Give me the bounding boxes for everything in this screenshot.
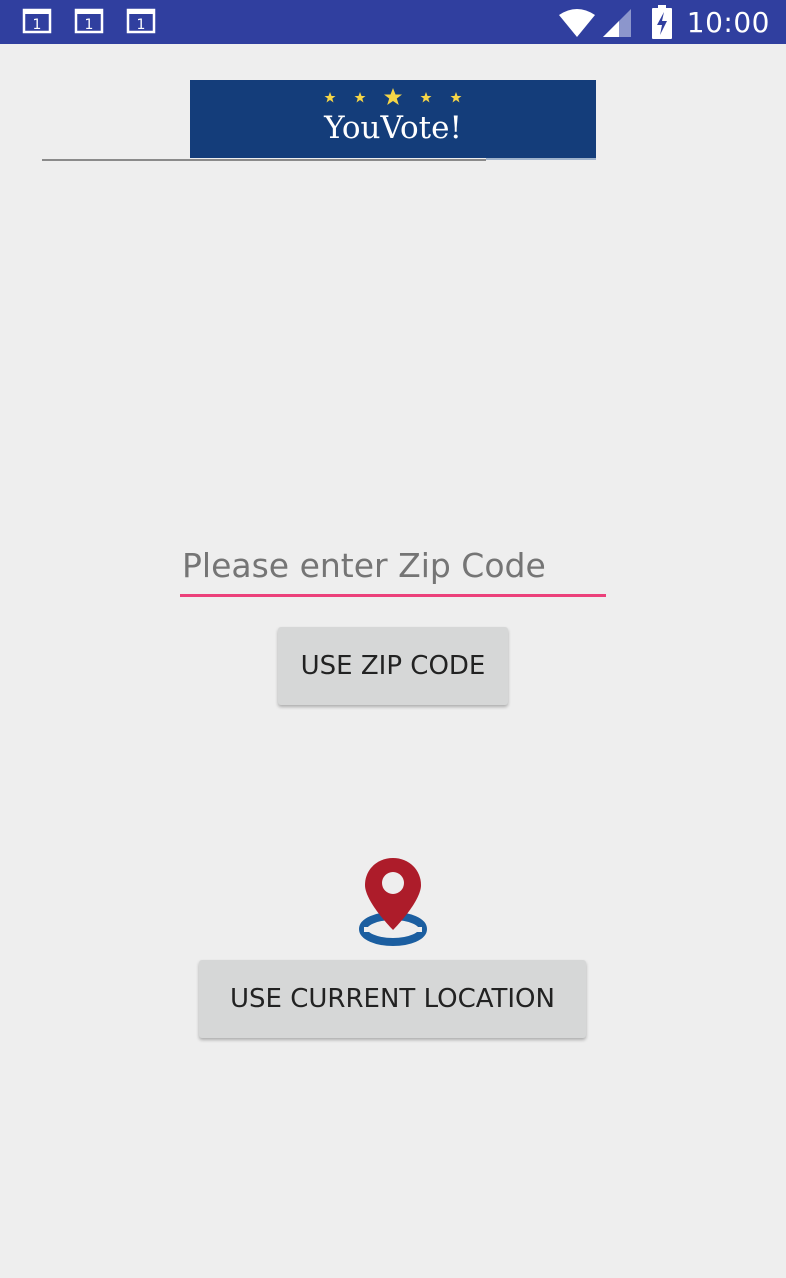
svg-text:1: 1 [137, 17, 146, 33]
logo-title: YouVote! [324, 110, 462, 146]
status-icons: 10:00 [557, 0, 770, 44]
app-logo: YouVote! [190, 80, 596, 158]
use-current-location-button[interactable]: USE CURRENT LOCATION [199, 960, 586, 1038]
cell-signal-icon [602, 9, 631, 37]
zip-code-input[interactable] [180, 536, 606, 597]
svg-text:1: 1 [85, 17, 94, 33]
calendar-icon: 1 [126, 8, 156, 34]
divider [42, 159, 486, 161]
stars-icon [324, 88, 462, 105]
svg-text:1: 1 [33, 17, 42, 33]
status-bar: 1 1 1 10:00 [0, 0, 786, 44]
divider [486, 158, 596, 160]
calendar-icon: 1 [22, 8, 52, 34]
status-time: 10:00 [686, 5, 770, 39]
calendar-icon: 1 [74, 8, 104, 34]
location-pin-icon [359, 858, 427, 946]
use-zip-code-button[interactable]: USE ZIP CODE [278, 627, 508, 705]
wifi-icon [558, 9, 595, 37]
battery-charging-icon [651, 5, 672, 39]
